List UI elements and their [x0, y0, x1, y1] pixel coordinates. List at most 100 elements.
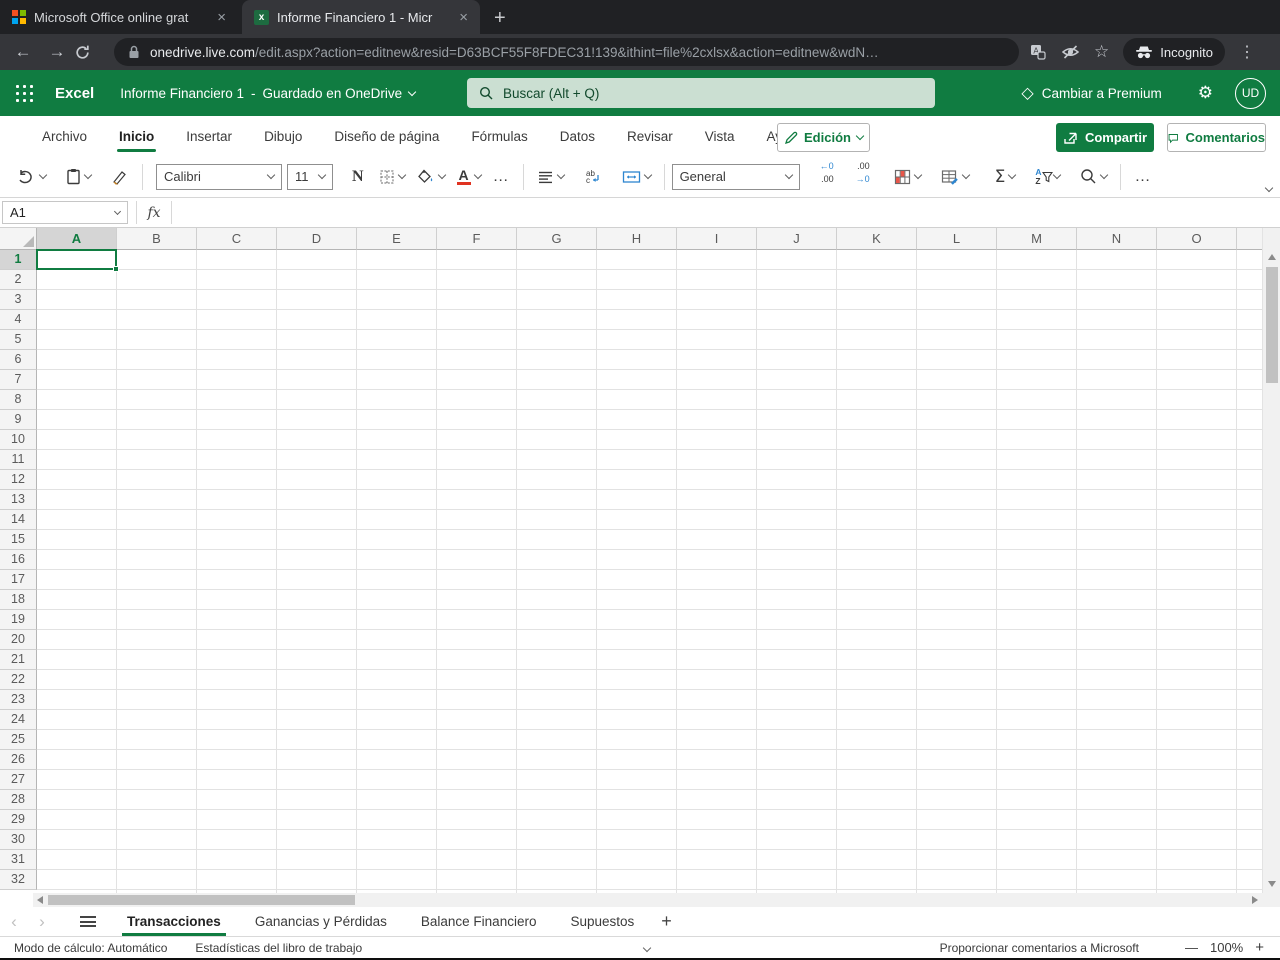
- row-header[interactable]: 14: [0, 510, 37, 530]
- row-header[interactable]: 12: [0, 470, 37, 490]
- formula-input[interactable]: [172, 198, 1280, 227]
- merge-cells-button[interactable]: [616, 162, 657, 192]
- url-bar[interactable]: onedrive.live.com/edit.aspx?action=editn…: [114, 38, 1019, 66]
- app-name[interactable]: Excel: [55, 85, 94, 102]
- gear-icon[interactable]: ⚙: [1198, 83, 1213, 103]
- row-header[interactable]: 22: [0, 670, 37, 690]
- edit-mode-button[interactable]: Edición: [777, 123, 870, 152]
- row-header[interactable]: 7: [0, 370, 37, 390]
- column-header[interactable]: N: [1077, 228, 1157, 250]
- fx-button[interactable]: fx: [136, 201, 172, 224]
- collapse-ribbon-icon[interactable]: [1264, 183, 1274, 193]
- row-header[interactable]: 15: [0, 530, 37, 550]
- vertical-scrollbar[interactable]: [1262, 228, 1280, 893]
- ribbon-tab[interactable]: Diseño de página: [318, 116, 455, 156]
- share-button[interactable]: Compartir: [1056, 123, 1154, 152]
- column-header-partial[interactable]: [1237, 228, 1262, 250]
- browser-tab-office[interactable]: Microsoft Office online grat ×: [0, 0, 238, 34]
- borders-button[interactable]: [373, 162, 411, 192]
- row-header[interactable]: 31: [0, 850, 37, 870]
- fill-color-button[interactable]: [411, 162, 451, 192]
- name-box[interactable]: A1: [2, 201, 128, 224]
- row-header[interactable]: 24: [0, 710, 37, 730]
- ribbon-tab[interactable]: Inicio: [103, 116, 170, 156]
- row-header[interactable]: 27: [0, 770, 37, 790]
- column-header[interactable]: C: [197, 228, 277, 250]
- horizontal-scrollbar[interactable]: [33, 893, 1262, 907]
- waffle-icon[interactable]: [16, 84, 33, 102]
- autosum-button[interactable]: Σ: [989, 162, 1022, 192]
- font-size-select[interactable]: 11: [287, 163, 333, 190]
- column-header[interactable]: A: [37, 228, 117, 250]
- undo-button[interactable]: [12, 162, 52, 192]
- column-header[interactable]: G: [517, 228, 597, 250]
- row-header[interactable]: 20: [0, 630, 37, 650]
- sheet-tab[interactable]: Transacciones: [110, 907, 238, 936]
- vertical-scroll-thumb[interactable]: [1266, 267, 1278, 383]
- conditional-format-button[interactable]: [888, 162, 927, 192]
- row-header[interactable]: 5: [0, 330, 37, 350]
- sheet-tab[interactable]: Supuestos: [553, 907, 651, 936]
- ribbon-tab[interactable]: Revisar: [611, 116, 689, 156]
- ribbon-tab[interactable]: Datos: [544, 116, 611, 156]
- column-header[interactable]: O: [1157, 228, 1237, 250]
- ribbon-tab[interactable]: Insertar: [170, 116, 248, 156]
- font-color-button[interactable]: A: [451, 162, 487, 192]
- more-commands-button[interactable]: …: [1128, 162, 1157, 192]
- search-input[interactable]: Buscar (Alt + Q): [467, 78, 935, 108]
- select-all-corner[interactable]: [0, 228, 37, 250]
- row-header[interactable]: 9: [0, 410, 37, 430]
- more-font-options-button[interactable]: …: [487, 162, 516, 192]
- scroll-up-icon[interactable]: [1268, 254, 1276, 260]
- row-header[interactable]: 25: [0, 730, 37, 750]
- scroll-down-icon[interactable]: [1268, 881, 1276, 887]
- next-sheet-icon[interactable]: ›: [28, 912, 56, 932]
- row-header[interactable]: 4: [0, 310, 37, 330]
- ribbon-tab[interactable]: Dibujo: [248, 116, 318, 156]
- font-name-select[interactable]: Calibri: [156, 163, 282, 190]
- translate-icon[interactable]: A: [1029, 43, 1047, 61]
- increase-decimal-button[interactable]: .00 →0: [850, 161, 876, 192]
- active-cell-selection[interactable]: [36, 249, 119, 272]
- row-header[interactable]: 17: [0, 570, 37, 590]
- row-header[interactable]: 13: [0, 490, 37, 510]
- back-icon[interactable]: ←: [6, 42, 40, 62]
- scroll-left-icon[interactable]: [37, 896, 43, 904]
- zoom-level[interactable]: 100%: [1210, 940, 1243, 955]
- eye-off-icon[interactable]: [1061, 44, 1080, 60]
- document-title[interactable]: Informe Financiero 1 - Guardado en OneDr…: [120, 86, 417, 101]
- row-header[interactable]: 1: [0, 250, 37, 270]
- alignment-button[interactable]: [531, 162, 570, 192]
- row-header[interactable]: 8: [0, 390, 37, 410]
- forward-icon[interactable]: →: [40, 42, 74, 62]
- ribbon-tab[interactable]: Vista: [689, 116, 751, 156]
- zoom-in-button[interactable]: +: [1255, 939, 1264, 956]
- find-button[interactable]: [1074, 162, 1113, 192]
- sort-filter-button[interactable]: AZ: [1029, 162, 1066, 192]
- status-options-icon[interactable]: [642, 943, 651, 952]
- zoom-out-button[interactable]: —: [1185, 940, 1198, 955]
- comments-button[interactable]: Comentarios: [1167, 123, 1266, 152]
- row-header[interactable]: 29: [0, 810, 37, 830]
- add-sheet-icon[interactable]: +: [651, 911, 682, 932]
- sheet-tab[interactable]: Ganancias y Pérdidas: [238, 907, 404, 936]
- column-header[interactable]: J: [757, 228, 837, 250]
- format-as-table-button[interactable]: [935, 162, 975, 192]
- decrease-decimal-button[interactable]: ←0 .00: [814, 161, 840, 192]
- feedback-link[interactable]: Proporcionar comentarios a Microsoft: [940, 941, 1139, 955]
- wrap-text-button[interactable]: ab c: [578, 162, 608, 192]
- workbook-stats-status[interactable]: Estadísticas del libro de trabajo: [181, 941, 376, 955]
- avatar[interactable]: UD: [1235, 77, 1266, 109]
- ribbon-tab[interactable]: Fórmulas: [455, 116, 543, 156]
- column-header[interactable]: K: [837, 228, 917, 250]
- close-icon[interactable]: ×: [457, 9, 470, 26]
- new-tab-icon[interactable]: +: [494, 8, 506, 28]
- number-format-select[interactable]: General: [671, 163, 800, 190]
- column-header[interactable]: F: [437, 228, 517, 250]
- star-icon[interactable]: ☆: [1094, 42, 1109, 62]
- calc-mode-status[interactable]: Modo de cálculo: Automático: [0, 941, 181, 955]
- column-header[interactable]: B: [117, 228, 197, 250]
- paste-button[interactable]: [60, 162, 97, 192]
- row-header[interactable]: 11: [0, 450, 37, 470]
- horizontal-scroll-thumb[interactable]: [48, 895, 355, 905]
